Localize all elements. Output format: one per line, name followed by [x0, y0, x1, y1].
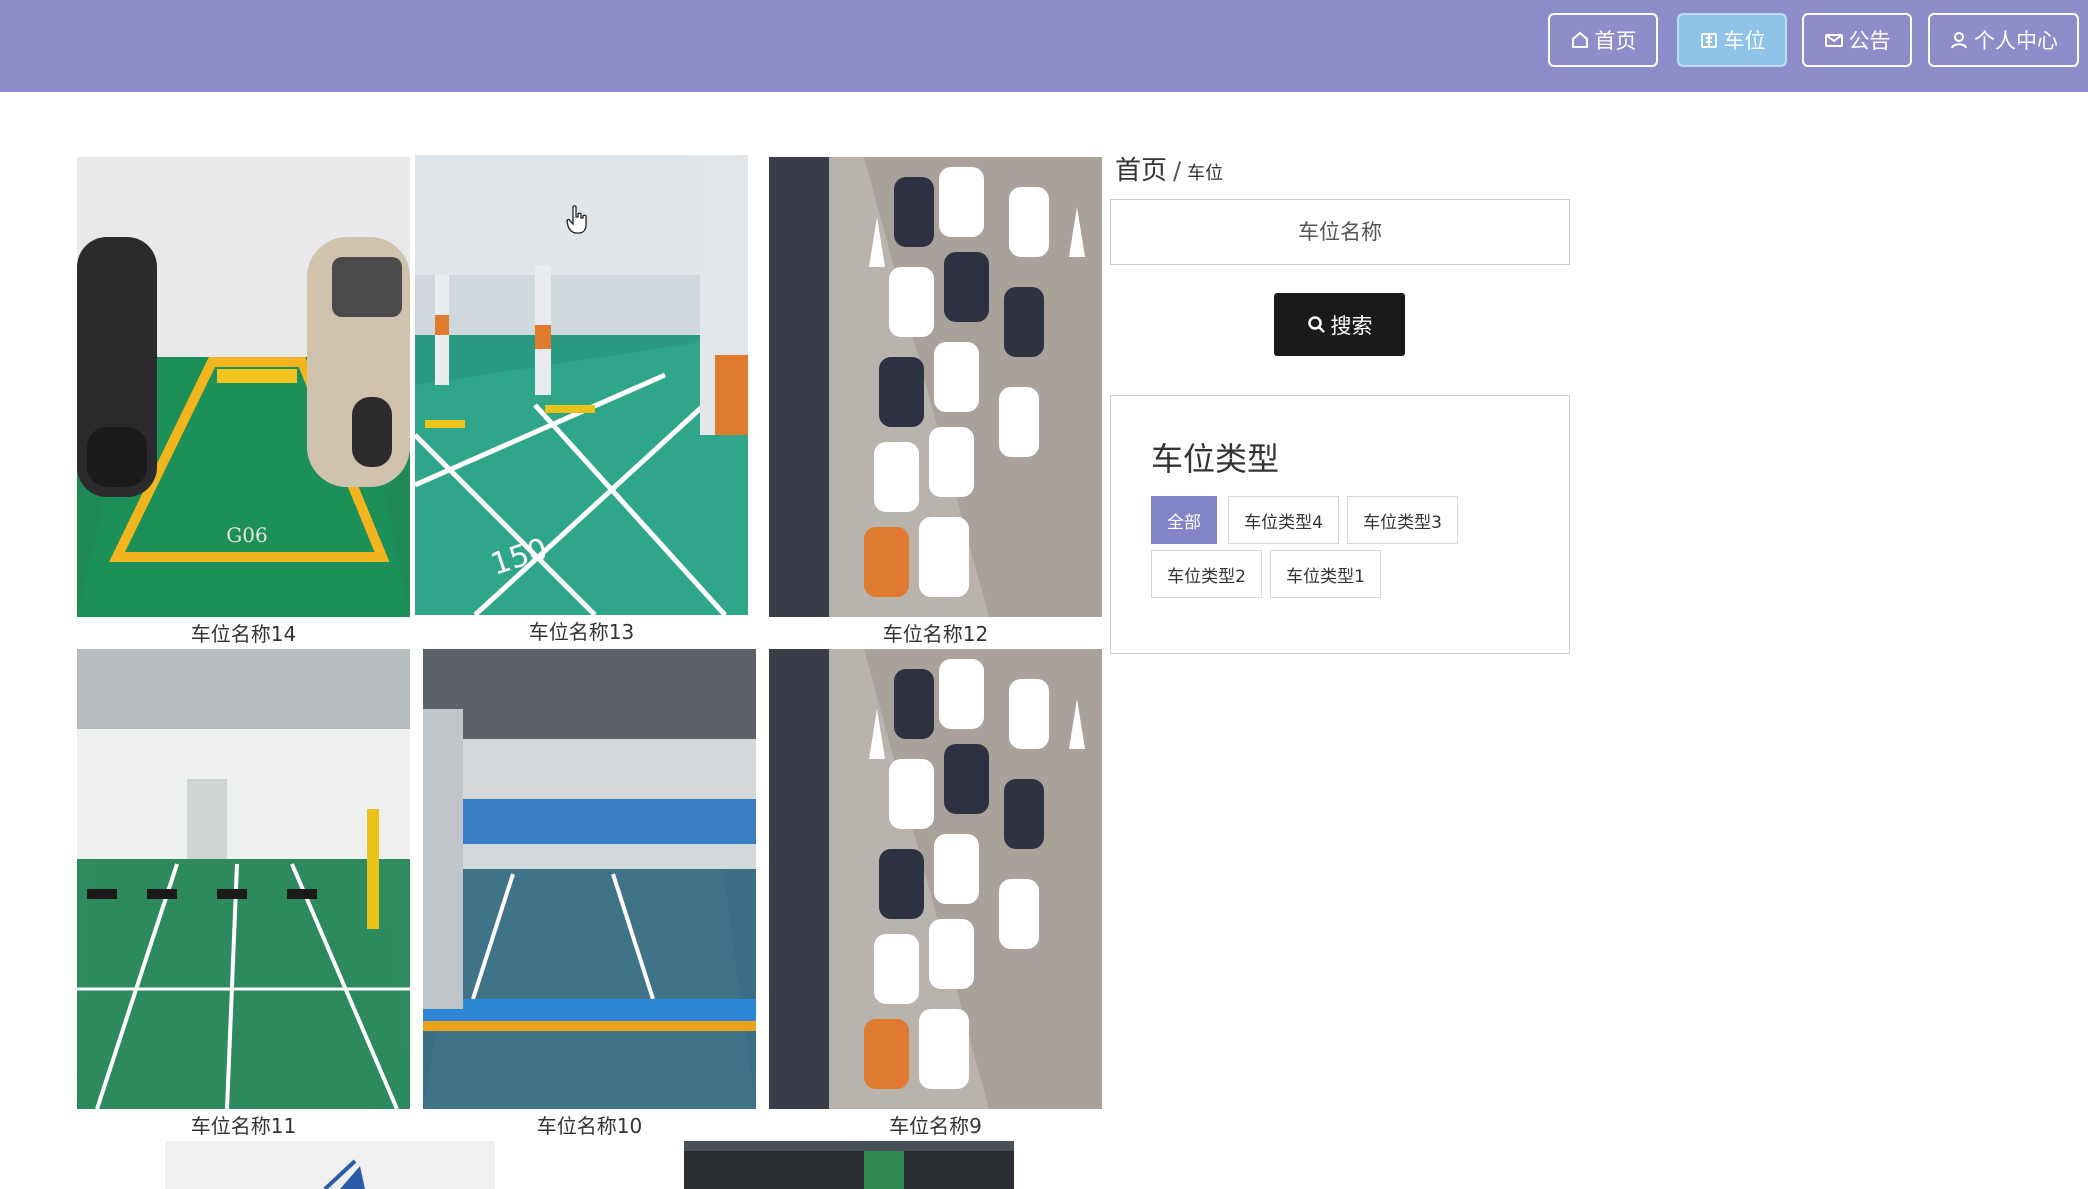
nav-user-label: 个人中心 [1974, 30, 2058, 53]
parking-card[interactable]: 车位名称9 [769, 649, 1102, 1139]
parking-name: 车位名称10 [536, 1114, 643, 1138]
user-icon [1951, 32, 1967, 49]
type-tag-2[interactable]: 车位类型2 [1151, 550, 1262, 598]
svg-text:G06: G06 [226, 523, 267, 547]
breadcrumb: 首页 / 车位 [1115, 150, 1223, 187]
parking-photo[interactable] [423, 649, 756, 1109]
parking-name: 车位名称14 [190, 622, 297, 646]
nav-spaces-label: 车位 [1723, 30, 1766, 53]
breadcrumb-separator: / [1173, 157, 1182, 185]
parking-name: 车位名称12 [882, 622, 989, 646]
hand-cursor-icon [566, 205, 587, 234]
parking-photo[interactable] [684, 1141, 1014, 1189]
type-filter-panel: 车位类型 全部 车位类型4 车位类型3 车位类型2 车位类型1 [1110, 395, 1570, 654]
type-filter-title: 车位类型 [1151, 440, 1280, 478]
search-button-label: 搜索 [1330, 314, 1373, 338]
breadcrumb-home[interactable]: 首页 [1115, 150, 1167, 187]
parking-photo[interactable] [769, 157, 1102, 617]
top-nav-bar: 首页 车位 公告 个人中心 [0, 0, 2088, 92]
home-icon [1571, 31, 1588, 48]
parking-icon [1700, 33, 1717, 48]
mail-icon [1824, 34, 1843, 47]
type-tag-all[interactable]: 全部 [1151, 496, 1217, 544]
type-tag-3[interactable]: 车位类型3 [1347, 496, 1458, 544]
search-icon [1307, 315, 1325, 333]
parking-card[interactable]: 车位名称11 [77, 649, 410, 1139]
type-tag-1[interactable]: 车位类型1 [1270, 550, 1381, 598]
nav-home-label: 首页 [1594, 30, 1637, 53]
search-input[interactable] [1110, 199, 1570, 265]
parking-name: 车位名称9 [889, 1114, 982, 1138]
parking-photo[interactable] [769, 649, 1102, 1109]
search-button[interactable]: 搜索 [1274, 293, 1405, 356]
parking-name: 车位名称13 [528, 620, 635, 644]
nav-notice-label: 公告 [1848, 30, 1891, 53]
parking-card[interactable]: 车位名称12 [769, 157, 1102, 647]
parking-photo[interactable]: G06 [77, 157, 410, 617]
parking-name: 车位名称11 [190, 1114, 297, 1138]
parking-card[interactable]: G06 车位名称14 [77, 157, 410, 647]
parking-photo[interactable] [77, 649, 410, 1109]
nav-spaces-button[interactable]: 车位 [1677, 13, 1787, 67]
type-tag-4[interactable]: 车位类型4 [1228, 496, 1339, 544]
parking-photo[interactable] [165, 1141, 495, 1189]
nav-home-button[interactable]: 首页 [1548, 13, 1658, 67]
parking-card[interactable]: 车位名称10 [423, 649, 756, 1139]
nav-user-button[interactable]: 个人中心 [1928, 13, 2079, 67]
nav-notice-button[interactable]: 公告 [1802, 13, 1912, 67]
breadcrumb-current: 车位 [1187, 163, 1224, 184]
